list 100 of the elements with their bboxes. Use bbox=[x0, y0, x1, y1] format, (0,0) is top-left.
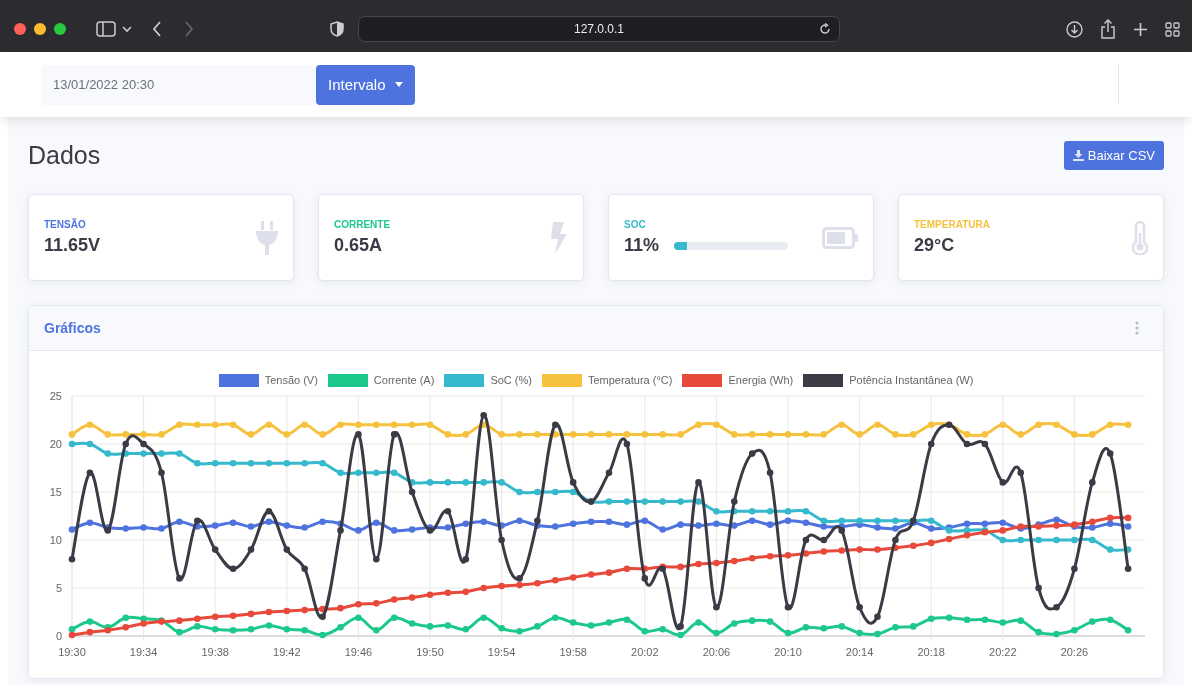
point bbox=[534, 517, 541, 525]
point bbox=[283, 546, 291, 553]
x-axis-label: 19:54 bbox=[487, 646, 516, 658]
point bbox=[158, 450, 165, 457]
point bbox=[587, 622, 595, 629]
legend-swatch[interactable] bbox=[327, 373, 368, 387]
point bbox=[981, 440, 989, 448]
legend-label[interactable]: SoC (%) bbox=[490, 374, 532, 386]
point bbox=[1124, 565, 1132, 573]
point bbox=[104, 450, 112, 457]
legend-swatch[interactable] bbox=[444, 373, 485, 387]
point bbox=[444, 479, 452, 486]
point bbox=[301, 565, 308, 573]
point bbox=[229, 626, 237, 634]
point bbox=[927, 525, 935, 532]
point bbox=[999, 619, 1007, 626]
y-axis-label: 25 bbox=[49, 390, 62, 402]
point bbox=[1035, 421, 1042, 429]
legend-swatch[interactable] bbox=[218, 373, 259, 387]
legend-label[interactable]: Tensão (V) bbox=[264, 374, 318, 386]
point bbox=[1089, 518, 1096, 526]
point bbox=[910, 431, 917, 438]
point bbox=[641, 498, 649, 505]
point bbox=[516, 581, 523, 589]
legend-swatch[interactable] bbox=[682, 373, 723, 387]
point bbox=[68, 555, 76, 563]
point bbox=[319, 631, 326, 639]
point bbox=[874, 546, 881, 553]
point bbox=[211, 546, 219, 553]
point bbox=[319, 459, 326, 467]
x-axis-label: 20:10 bbox=[774, 646, 802, 658]
download-csv-button[interactable]: Baixar CSV bbox=[1063, 140, 1164, 170]
point bbox=[390, 431, 398, 438]
x-axis-label: 19:58 bbox=[559, 646, 587, 658]
point bbox=[408, 526, 416, 533]
point bbox=[659, 431, 666, 438]
point bbox=[516, 627, 523, 635]
plus-icon[interactable] bbox=[1133, 21, 1148, 37]
download-icon[interactable] bbox=[1066, 20, 1083, 38]
point bbox=[86, 519, 94, 527]
point bbox=[1017, 431, 1024, 438]
sidebar-icon[interactable] bbox=[96, 21, 116, 37]
reload-icon[interactable] bbox=[819, 23, 831, 35]
tabs-overview-icon[interactable] bbox=[1165, 21, 1180, 37]
point bbox=[301, 459, 308, 467]
point bbox=[1053, 603, 1060, 611]
point bbox=[444, 622, 452, 629]
date-field[interactable]: 13/01/2022 20:30 bbox=[41, 64, 316, 105]
point bbox=[856, 431, 863, 438]
point bbox=[444, 524, 452, 531]
point bbox=[784, 629, 792, 637]
x-axis-label: 19:50 bbox=[416, 646, 444, 658]
point bbox=[552, 421, 559, 429]
point bbox=[68, 631, 76, 639]
point bbox=[677, 631, 684, 639]
point bbox=[516, 488, 523, 496]
point bbox=[480, 479, 487, 486]
point bbox=[784, 507, 792, 515]
back-icon[interactable] bbox=[152, 21, 162, 37]
point bbox=[498, 625, 505, 632]
point bbox=[963, 520, 971, 527]
close-button[interactable] bbox=[14, 23, 26, 35]
address-bar[interactable]: 127.0.0.1 bbox=[358, 16, 840, 42]
chevron-down-icon[interactable] bbox=[122, 25, 132, 33]
point bbox=[892, 525, 899, 532]
point bbox=[945, 535, 953, 543]
card-title: Gráficos bbox=[44, 320, 101, 336]
x-axis-label: 19:38 bbox=[201, 646, 229, 658]
point bbox=[140, 524, 147, 531]
forward-icon[interactable] bbox=[184, 21, 194, 37]
point bbox=[1106, 421, 1114, 429]
point bbox=[856, 546, 863, 553]
point bbox=[963, 440, 971, 448]
legend-swatch[interactable] bbox=[803, 373, 844, 387]
point bbox=[390, 527, 398, 534]
interval-dropdown-button[interactable]: Intervalo bbox=[316, 64, 415, 105]
minimize-button[interactable] bbox=[34, 23, 46, 35]
maximize-button[interactable] bbox=[54, 23, 66, 35]
caret-icon bbox=[394, 82, 403, 87]
share-icon[interactable] bbox=[1100, 19, 1116, 39]
point bbox=[1089, 431, 1096, 438]
point bbox=[623, 565, 631, 573]
point bbox=[1035, 536, 1042, 544]
point bbox=[337, 604, 344, 612]
point bbox=[229, 421, 237, 429]
point bbox=[569, 431, 577, 438]
point bbox=[319, 431, 326, 438]
legend-label[interactable]: Corrente (A) bbox=[373, 374, 435, 386]
point bbox=[856, 629, 863, 637]
point bbox=[301, 626, 308, 634]
shield-icon[interactable] bbox=[330, 21, 344, 37]
point bbox=[1089, 479, 1096, 486]
legend-label[interactable]: Energia (Wh) bbox=[728, 374, 794, 386]
point bbox=[1017, 469, 1024, 477]
point bbox=[623, 431, 631, 438]
point bbox=[802, 550, 810, 557]
legend-label[interactable]: Potência Instantânea (W) bbox=[849, 374, 974, 386]
legend-label[interactable]: Temperatura (°C) bbox=[587, 374, 673, 386]
legend-swatch[interactable] bbox=[541, 373, 582, 387]
point bbox=[408, 594, 416, 601]
